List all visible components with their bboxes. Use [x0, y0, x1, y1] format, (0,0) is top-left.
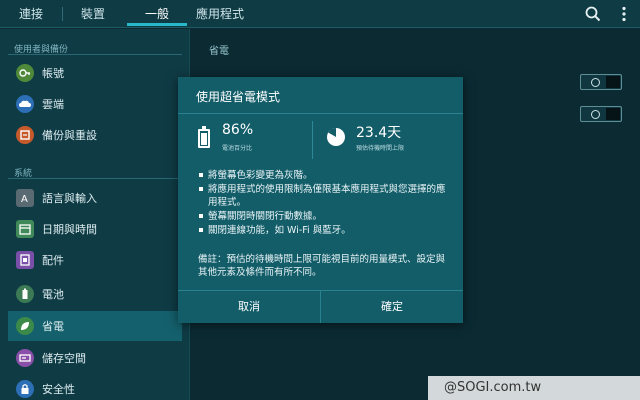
sidebar-item-power-saving[interactable]: 省電 — [8, 311, 182, 341]
sidebar-item-label: 備份與重設 — [42, 129, 97, 142]
sidebar-item-label: 語言與輸入 — [42, 192, 97, 205]
list-item: 將螢幕色彩變更為灰階。 — [198, 169, 448, 182]
standby-time: 23.4天 — [356, 125, 402, 141]
backup-icon — [16, 126, 34, 144]
section-divider — [8, 54, 182, 55]
sidebar-item-date-time[interactable]: 日期與時間 — [8, 214, 182, 244]
list-item: 螢幕關閉時關閉行動數據。 — [198, 210, 448, 223]
sidebar-item-label: 配件 — [42, 254, 64, 267]
sidebar-item-security[interactable]: 安全性 — [8, 374, 182, 400]
tab-connections[interactable]: 連接 — [8, 0, 54, 28]
tab-applications[interactable]: 應用程式 — [190, 0, 250, 28]
sidebar-item-label: 省電 — [42, 320, 64, 333]
stat-separator — [312, 121, 313, 159]
dialog-title: 使用超省電模式 — [196, 90, 281, 104]
battery-percent: 86% — [222, 122, 254, 138]
tab-device[interactable]: 裝置 — [70, 0, 116, 28]
svg-text:A: A — [21, 194, 28, 205]
feature-list: 將螢幕色彩變更為灰階。 將應用程式的使用限制為僅限基本應用程式與您選擇的應用程式… — [198, 169, 448, 238]
calendar-icon — [16, 220, 34, 238]
cloud-icon — [16, 95, 34, 113]
standby-pie-icon — [327, 128, 345, 146]
sidebar-item-label: 安全性 — [42, 383, 75, 396]
sidebar-item-battery[interactable]: 電池 — [8, 279, 182, 309]
battery-icon — [198, 126, 210, 148]
sidebar-item-cloud[interactable]: 雲端 — [8, 89, 182, 119]
list-item: 關閉連線功能，如 Wi-Fi 與藍牙。 — [198, 224, 448, 237]
sidebar-item-label: 電池 — [42, 288, 64, 301]
sidebar-item-label: 儲存空間 — [42, 352, 86, 365]
toggle-off-icon — [591, 110, 600, 119]
page-title: 省電 — [209, 46, 229, 57]
cancel-button[interactable]: 取消 — [178, 291, 320, 323]
sidebar-item-label: 日期與時間 — [42, 223, 97, 236]
active-tab-indicator — [127, 23, 187, 26]
sidebar-item-label: 帳號 — [42, 67, 64, 80]
more-options-icon[interactable] — [614, 4, 634, 24]
lock-icon — [16, 380, 34, 398]
toggle-knob — [606, 108, 620, 120]
sidebar-item-storage[interactable]: 儲存空間 — [8, 343, 182, 373]
power-saving-icon — [16, 317, 34, 335]
storage-icon — [16, 349, 34, 367]
power-saving-toggle[interactable] — [580, 74, 622, 90]
accessory-icon — [16, 251, 34, 269]
sidebar-item-backup-reset[interactable]: 備份與重設 — [8, 120, 182, 150]
battery-icon — [16, 285, 34, 303]
key-icon — [16, 64, 34, 82]
sidebar-item-label: 雲端 — [42, 98, 64, 111]
top-tab-bar: 連接 裝置 一般 應用程式 — [0, 0, 640, 28]
toggle-knob — [606, 76, 620, 88]
ultra-power-saving-dialog: 使用超省電模式 86% 電池百分比 23.4天 預估待機時間上限 將螢幕色彩變更… — [178, 77, 463, 323]
standby-time-label: 預估待機時間上限 — [356, 145, 405, 152]
sidebar-item-language-input[interactable]: A 語言與輸入 — [8, 183, 182, 213]
dialog-note: 備註：預估的待機時間上限可能視目前的用量模式、設定與其他元素及條件而有所不同。 — [198, 254, 446, 278]
search-icon[interactable] — [583, 4, 603, 24]
language-icon: A — [16, 189, 34, 207]
dialog-divider — [178, 113, 463, 114]
tab-separator — [62, 7, 63, 21]
ultra-power-saving-toggle[interactable] — [580, 106, 622, 122]
section-divider — [8, 178, 182, 179]
list-item: 將應用程式的使用限制為僅限基本應用程式與您選擇的應用程式。 — [198, 183, 448, 209]
battery-percent-label: 電池百分比 — [222, 145, 253, 152]
toggle-off-icon — [591, 78, 600, 87]
watermark: @SOGI.com.tw — [428, 376, 640, 400]
sidebar-item-accessories[interactable]: 配件 — [8, 245, 182, 275]
confirm-button[interactable]: 確定 — [321, 291, 463, 323]
sidebar-item-accounts[interactable]: 帳號 — [8, 58, 182, 88]
